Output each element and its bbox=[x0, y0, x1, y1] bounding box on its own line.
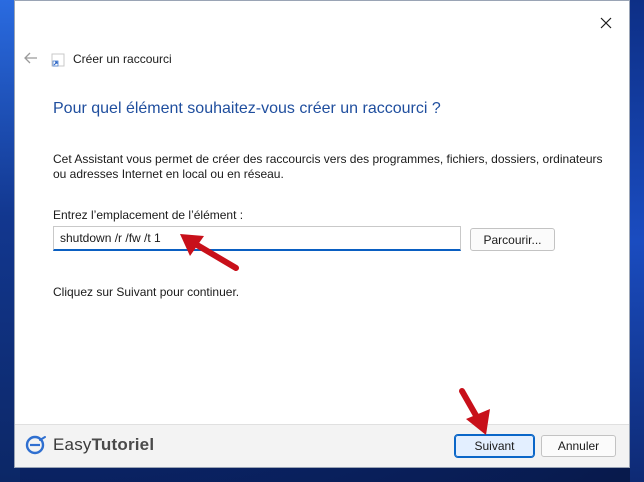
close-icon bbox=[600, 17, 612, 29]
next-button[interactable]: Suivant bbox=[454, 434, 535, 458]
dialog-footer: EasyTutoriel Suivant Annuler bbox=[15, 424, 629, 467]
easytutoriel-logo-icon bbox=[25, 435, 46, 455]
logo-bold: Tutoriel bbox=[91, 435, 155, 454]
close-button[interactable] bbox=[591, 9, 621, 37]
wizard-description: Cet Assistant vous permet de créer des r… bbox=[53, 152, 603, 181]
browse-button[interactable]: Parcourir... bbox=[470, 228, 555, 251]
create-shortcut-dialog: Créer un raccourci Pour quel élément sou… bbox=[14, 0, 630, 468]
location-input[interactable] bbox=[53, 226, 461, 251]
location-label: Entrez l’emplacement de l’élément : bbox=[53, 208, 244, 222]
wallpaper-right bbox=[630, 0, 644, 482]
cancel-button[interactable]: Annuler bbox=[541, 435, 616, 457]
shortcut-icon bbox=[51, 53, 65, 67]
window-title: Créer un raccourci bbox=[73, 52, 172, 66]
easytutoriel-logo: EasyTutoriel bbox=[25, 434, 154, 456]
page-heading: Pour quel élément souhaitez-vous créer u… bbox=[53, 100, 441, 117]
continue-hint: Cliquez sur Suivant pour continuer. bbox=[53, 285, 240, 299]
logo-text: EasyTutoriel bbox=[53, 435, 154, 455]
logo-prefix: Easy bbox=[53, 435, 92, 454]
back-arrow-icon bbox=[24, 52, 37, 64]
back-button[interactable] bbox=[21, 48, 41, 68]
